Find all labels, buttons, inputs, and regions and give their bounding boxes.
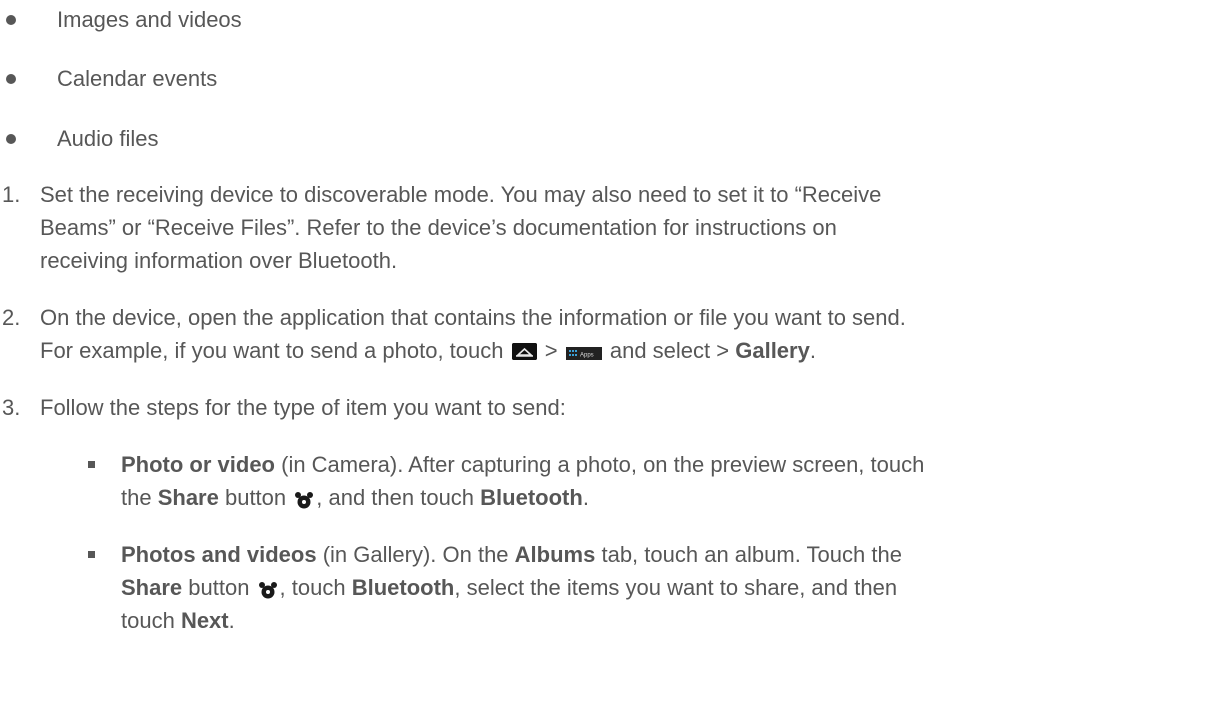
sub-item-segment: (in Camera). After capturing a photo, on… [275,452,925,477]
sub-item-segment: tab, touch an album. Touch the [595,542,902,567]
albums-label: Albums [514,542,596,567]
share-label: Share [121,575,183,600]
bullet-dot [6,134,16,144]
sub-item-line: Share button , touch Bluetooth, select t… [121,572,897,604]
sub-item-line: touch Next. [121,605,235,637]
gallery-label: Gallery [735,338,810,363]
share-icon [258,577,278,599]
home-icon [511,343,537,360]
step-number: 2. [2,305,21,330]
step-text-line: Follow the steps for the type of item yo… [40,395,566,420]
sub-item-line: Photo or video (in Camera). After captur… [121,449,924,481]
square-bullet [88,551,95,558]
sub-item-segment: button [182,575,256,600]
list-item-text: Audio files [57,126,159,151]
sub-item-segment: . [582,485,589,510]
step-number: 1. [2,182,21,207]
next-label: Next [180,608,229,633]
step-text-line: receiving information over Bluetooth. [40,248,398,273]
step-text-line: Set the receiving device to discoverable… [40,182,882,207]
apps-icon-label: Apps [580,353,594,359]
list-item: Images and videos [0,4,600,36]
step-text-segment: For example, if you want to send a photo… [40,338,504,363]
photos-and-videos-label: Photos and videos [121,542,317,567]
step-number: 3. [2,395,21,420]
share-icon [294,487,314,509]
sub-item-segment: (in Gallery). On the [316,542,515,567]
step-text-line: Beams” or “Receive Files”. Refer to the … [40,215,837,240]
photo-or-video-label: Photo or video [121,452,275,477]
step-text-line: On the device, open the application that… [40,305,906,330]
step-text-segment: . [809,338,816,363]
sub-item-segment: , and then touch [316,485,481,510]
sub-item-line: the Share button , and then touch Blueto… [121,482,589,514]
step-text-segment: and select > [609,338,730,363]
step-separator: > [544,338,558,363]
square-bullet [88,461,95,468]
bluetooth-label: Bluetooth [480,485,583,510]
sub-item-segment: the [121,485,158,510]
bluetooth-label: Bluetooth [351,575,455,600]
sub-item-segment: . [228,608,235,633]
sub-item-segment: , select the items you want to share, an… [454,575,898,600]
step-text-line: For example, if you want to send a photo… [40,335,816,367]
share-label: Share [157,485,219,510]
sub-item-segment: touch [121,608,181,633]
apps-icon: Apps [565,347,602,360]
list-item: Calendar events [0,63,600,95]
list-item-text: Calendar events [57,66,218,91]
sub-item-line: Photos and videos (in Gallery). On the A… [121,539,902,571]
sub-item-segment: button [218,485,293,510]
bullet-dot [6,15,16,25]
sub-item-segment: , touch [279,575,352,600]
list-item-text: Images and videos [57,7,242,32]
bullet-dot [6,74,16,84]
list-item: Audio files [0,123,600,155]
